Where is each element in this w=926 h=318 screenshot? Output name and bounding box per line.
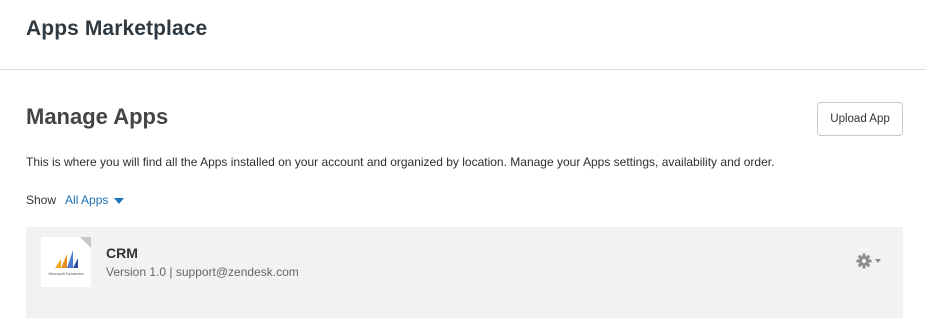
show-filter-value: All Apps [65,193,109,207]
app-logo-text: Microsoft Dynamics [48,271,84,276]
show-label: Show [26,193,57,207]
app-settings-button[interactable] [856,251,888,271]
show-filter-dropdown[interactable]: All Apps [65,193,125,207]
show-filter-row: Show All Apps [26,193,125,207]
app-meta-separator: | [166,265,176,279]
app-row[interactable]: Microsoft Dynamics CRM Version 1.0 | sup… [26,227,903,297]
gear-icon [856,253,872,269]
upload-app-button[interactable]: Upload App [817,102,903,136]
chevron-down-icon [875,259,881,263]
page-description: This is where you will find all the Apps… [26,155,775,169]
page-title: Manage Apps [26,104,169,129]
logo-corner-fold [80,237,91,248]
app-name: CRM [106,245,138,261]
header-title: Apps Marketplace [26,17,208,40]
app-version: Version 1.0 [106,265,167,279]
app-meta: Version 1.0 | support@zendesk.com [106,265,299,279]
app-list-panel: Microsoft Dynamics CRM Version 1.0 | sup… [26,227,903,318]
app-support-email: support@zendesk.com [175,265,299,279]
caret-down-icon [114,197,125,204]
top-header: Apps Marketplace [0,0,926,70]
app-logo: Microsoft Dynamics [41,237,91,287]
